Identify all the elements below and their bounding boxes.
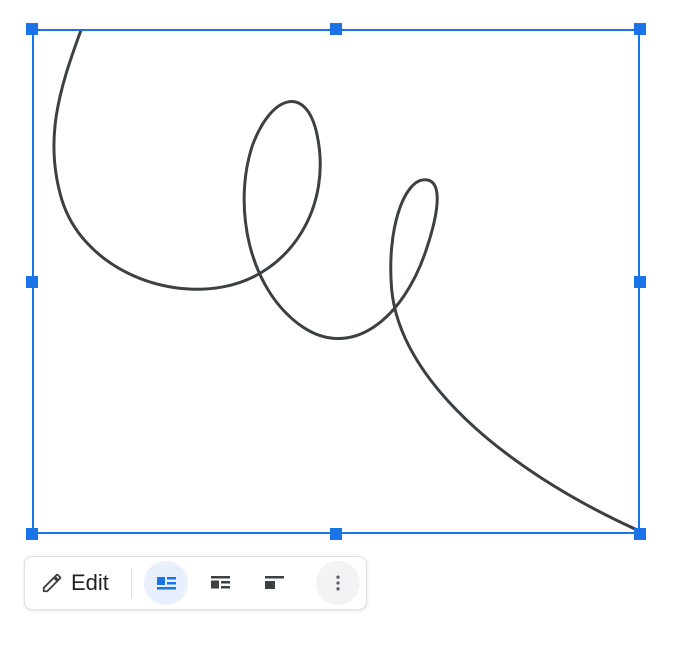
- image-toolbar: Edit: [24, 556, 367, 610]
- handle-n[interactable]: [330, 23, 342, 35]
- text-wrap-group: [144, 561, 296, 605]
- inline-text-icon: [262, 571, 286, 595]
- break-text-icon: [208, 571, 232, 595]
- handle-ne[interactable]: [634, 23, 646, 35]
- canvas-area: Edit: [0, 0, 680, 655]
- inline-text-button[interactable]: [252, 561, 296, 605]
- drawing-content: [34, 31, 638, 532]
- handle-e[interactable]: [634, 276, 646, 288]
- edit-button-label: Edit: [71, 572, 109, 594]
- handle-nw[interactable]: [26, 23, 38, 35]
- pencil-icon: [41, 572, 63, 594]
- handle-w[interactable]: [26, 276, 38, 288]
- wrap-text-button[interactable]: [144, 561, 188, 605]
- handle-s[interactable]: [330, 528, 342, 540]
- scribble-path: [54, 31, 635, 529]
- edit-button[interactable]: Edit: [31, 564, 123, 602]
- wrap-text-icon: [154, 571, 178, 595]
- handle-sw[interactable]: [26, 528, 38, 540]
- more-vertical-icon: [328, 573, 348, 593]
- handle-se[interactable]: [634, 528, 646, 540]
- break-text-button[interactable]: [198, 561, 242, 605]
- toolbar-separator: [131, 568, 132, 598]
- selection-box[interactable]: [32, 29, 640, 534]
- more-options-button[interactable]: [316, 561, 360, 605]
